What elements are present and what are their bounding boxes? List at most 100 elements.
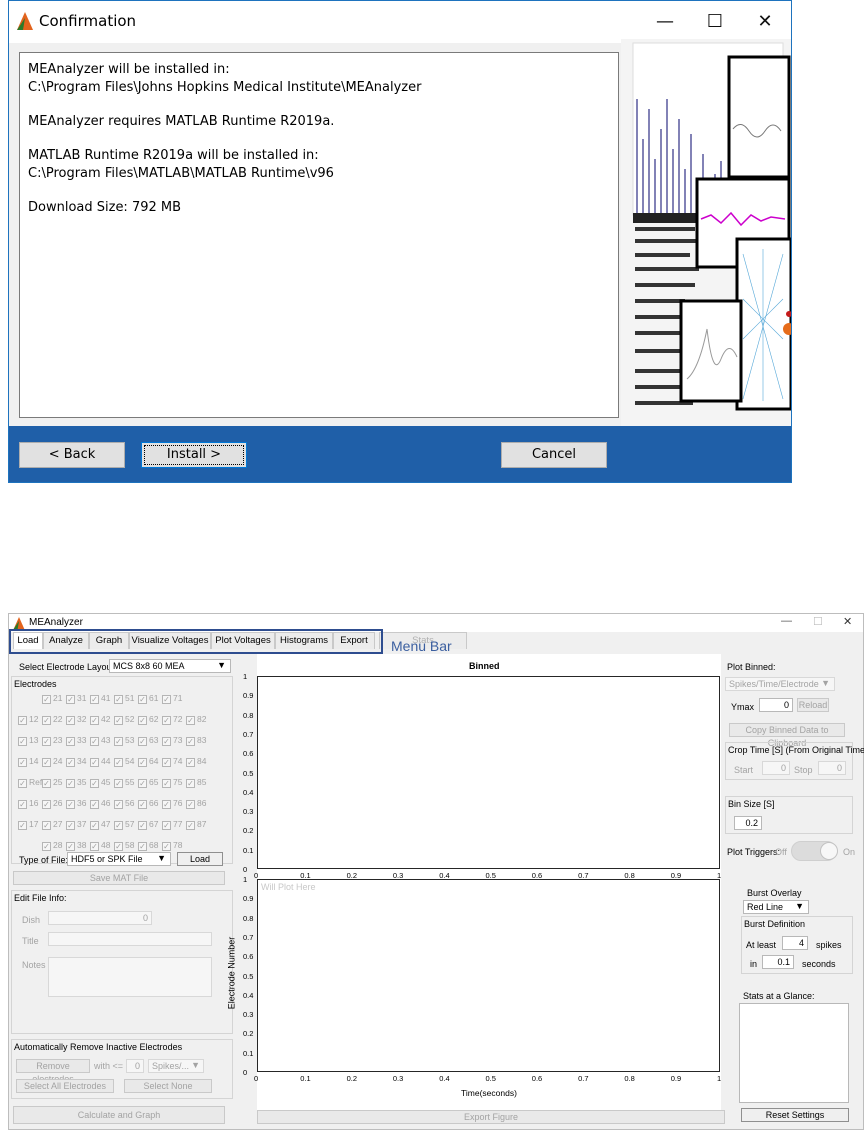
back-button[interactable]: < Back xyxy=(19,442,125,468)
electrode-checkbox[interactable]: ✓ 77 xyxy=(162,819,182,830)
electrode-checkbox[interactable]: ✓ 54 xyxy=(114,756,134,767)
triggers-on-label: On xyxy=(843,847,856,857)
electrode-checkbox[interactable]: ✓ 58 xyxy=(114,840,134,851)
maximize-icon[interactable]: ☐ xyxy=(813,615,823,628)
electrode-checkbox[interactable]: ✓ 65 xyxy=(138,777,158,788)
remove-unit-select[interactable]: Spikes/... ▼ xyxy=(148,1059,204,1073)
copy-binned-data-button[interactable]: Copy Binned Data to Clipboard xyxy=(729,723,845,748)
electrode-checkbox[interactable]: ✓ 84 xyxy=(186,756,206,767)
electrode-checkbox[interactable]: ✓ 78 xyxy=(162,840,182,851)
electrode-checkbox[interactable]: ✓ 85 xyxy=(186,777,206,788)
bin-size-input[interactable]: 0.2 xyxy=(734,816,762,830)
electrode-checkbox[interactable]: ✓ 34 xyxy=(66,756,86,767)
reload-button[interactable]: Reload xyxy=(797,698,829,712)
at-least-input[interactable]: 4 xyxy=(782,936,808,950)
electrode-checkbox[interactable]: ✓ 32 xyxy=(66,714,86,725)
electrode-checkbox[interactable]: ✓ 66 xyxy=(138,798,158,809)
electrode-checkbox[interactable]: ✓ 67 xyxy=(138,819,158,830)
electrode-checkbox[interactable]: ✓ 42 xyxy=(90,714,110,725)
electrode-checkbox[interactable]: ✓ 14 xyxy=(18,756,38,767)
electrode-checkbox[interactable]: ✓ 12 xyxy=(18,714,38,725)
close-icon[interactable]: ✕ xyxy=(843,615,852,628)
ymax-input[interactable]: 0 xyxy=(759,698,793,712)
minimize-icon[interactable]: — xyxy=(645,9,685,35)
title-input[interactable] xyxy=(48,932,212,946)
select-all-electrodes-button[interactable]: Select All Electrodes xyxy=(16,1079,114,1093)
electrode-checkbox[interactable]: ✓ 25 xyxy=(42,777,62,788)
electrode-layout-select[interactable]: MCS 8x8 60 MEA ▼ xyxy=(109,659,231,673)
maximize-icon[interactable]: ☐ xyxy=(695,9,735,35)
plot-triggers-toggle[interactable] xyxy=(791,841,838,861)
electrode-checkbox[interactable]: ✓ 83 xyxy=(186,735,206,746)
electrode-checkbox[interactable]: ✓ 56 xyxy=(114,798,134,809)
electrode-checkbox[interactable]: ✓ 27 xyxy=(42,819,62,830)
remove-electrodes-button[interactable]: Remove electrodes xyxy=(16,1059,90,1084)
electrode-checkbox[interactable]: ✓ Ref xyxy=(18,777,42,788)
electrode-checkbox[interactable]: ✓ 72 xyxy=(162,714,182,725)
electrode-checkbox[interactable]: ✓ 35 xyxy=(66,777,86,788)
electrode-checkbox[interactable]: ✓ 87 xyxy=(186,819,206,830)
electrode-checkbox[interactable]: ✓ 41 xyxy=(90,693,110,704)
electrode-checkbox[interactable]: ✓ 37 xyxy=(66,819,86,830)
close-icon[interactable]: ✕ xyxy=(745,9,785,35)
install-button[interactable]: Install > xyxy=(141,442,247,468)
electrode-checkbox[interactable]: ✓ 51 xyxy=(114,693,134,704)
electrode-checkbox[interactable]: ✓ 52 xyxy=(114,714,134,725)
save-mat-file-button[interactable]: Save MAT File xyxy=(13,871,225,885)
electrode-checkbox[interactable]: ✓ 82 xyxy=(186,714,206,725)
remove-threshold-input[interactable]: 0 xyxy=(126,1059,144,1073)
plot-binned-select[interactable]: Spikes/Time/Electrode ▼ xyxy=(725,677,835,691)
burst-overlay-select[interactable]: Red Line ▼ xyxy=(743,900,809,914)
electrode-checkbox[interactable]: ✓ 26 xyxy=(42,798,62,809)
electrode-checkbox[interactable]: ✓ 76 xyxy=(162,798,182,809)
electrode-checkbox[interactable]: ✓ 74 xyxy=(162,756,182,767)
notes-input[interactable] xyxy=(48,957,212,997)
type-of-file-select[interactable]: HDF5 or SPK File ▼ xyxy=(67,852,171,866)
electrode-checkbox[interactable]: ✓ 45 xyxy=(90,777,110,788)
electrode-checkbox[interactable]: ✓ 64 xyxy=(138,756,158,767)
dish-input[interactable]: 0 xyxy=(48,911,152,925)
electrode-checkbox[interactable]: ✓ 28 xyxy=(42,840,62,851)
electrode-checkbox[interactable]: ✓ 55 xyxy=(114,777,134,788)
minimize-icon[interactable]: — xyxy=(781,615,792,627)
select-none-button[interactable]: Select None xyxy=(124,1079,212,1093)
electrode-checkbox[interactable]: ✓ 16 xyxy=(18,798,38,809)
electrode-checkbox[interactable]: ✓ 46 xyxy=(90,798,110,809)
electrode-checkbox[interactable]: ✓ 13 xyxy=(18,735,38,746)
electrode-checkbox[interactable]: ✓ 17 xyxy=(18,819,38,830)
dialog-title-bar[interactable]: Confirmation — ☐ ✕ xyxy=(9,1,791,43)
electrode-checkbox[interactable]: ✓ 73 xyxy=(162,735,182,746)
stop-input[interactable]: 0 xyxy=(818,761,846,775)
electrode-checkbox[interactable]: ✓ 63 xyxy=(138,735,158,746)
electrode-checkbox[interactable]: ✓ 48 xyxy=(90,840,110,851)
load-button[interactable]: Load xyxy=(177,852,223,866)
electrode-checkbox[interactable]: ✓ 62 xyxy=(138,714,158,725)
electrode-checkbox[interactable]: ✓ 22 xyxy=(42,714,62,725)
binned-plot-axes[interactable] xyxy=(257,676,720,869)
electrode-checkbox[interactable]: ✓ 36 xyxy=(66,798,86,809)
start-input[interactable]: 0 xyxy=(762,761,790,775)
electrode-checkbox[interactable]: ✓ 57 xyxy=(114,819,134,830)
electrode-checkbox[interactable]: ✓ 75 xyxy=(162,777,182,788)
export-figure-button[interactable]: Export Figure xyxy=(257,1110,725,1124)
electrode-checkbox[interactable]: ✓ 86 xyxy=(186,798,206,809)
checkmark-icon: ✓ xyxy=(90,737,99,746)
electrode-checkbox[interactable]: ✓ 44 xyxy=(90,756,110,767)
cancel-button[interactable]: Cancel xyxy=(501,442,607,468)
electrode-checkbox[interactable]: ✓ 31 xyxy=(66,693,86,704)
electrode-checkbox[interactable]: ✓ 68 xyxy=(138,840,158,851)
electrode-checkbox[interactable]: ✓ 23 xyxy=(42,735,62,746)
electrode-checkbox[interactable]: ✓ 53 xyxy=(114,735,134,746)
electrode-checkbox[interactable]: ✓ 24 xyxy=(42,756,62,767)
electrode-checkbox[interactable]: ✓ 21 xyxy=(42,693,62,704)
electrode-checkbox[interactable]: ✓ 33 xyxy=(66,735,86,746)
electrode-checkbox[interactable]: ✓ 61 xyxy=(138,693,158,704)
in-seconds-input[interactable]: 0.1 xyxy=(762,955,794,969)
raster-plot-axes[interactable]: Will Plot Here xyxy=(257,879,720,1072)
electrode-checkbox[interactable]: ✓ 47 xyxy=(90,819,110,830)
calculate-and-graph-button[interactable]: Calculate and Graph xyxy=(13,1106,225,1124)
electrode-checkbox[interactable]: ✓ 38 xyxy=(66,840,86,851)
electrode-checkbox[interactable]: ✓ 71 xyxy=(162,693,182,704)
electrode-checkbox[interactable]: ✓ 43 xyxy=(90,735,110,746)
reset-settings-button[interactable]: Reset Settings xyxy=(741,1108,849,1122)
